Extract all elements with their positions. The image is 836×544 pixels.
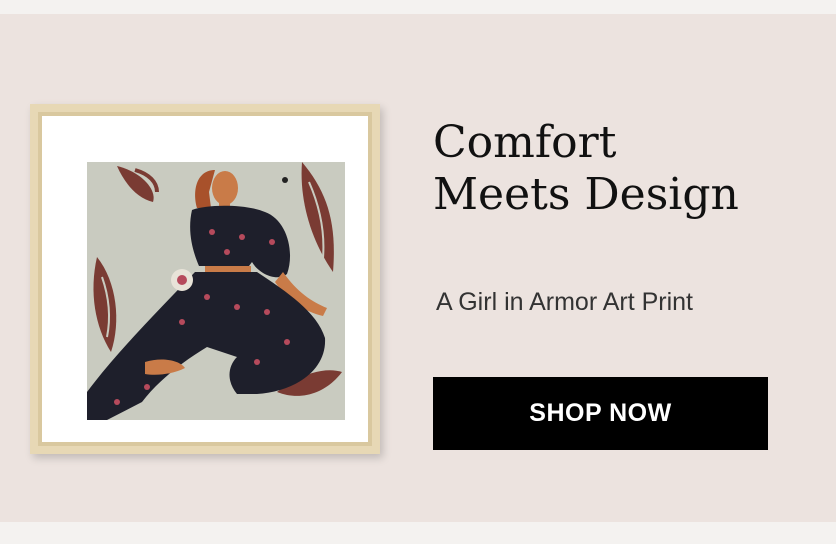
- shop-now-button[interactable]: SHOP NOW: [433, 377, 768, 450]
- girl-in-armor-illustration-icon: [87, 162, 345, 420]
- framed-art-print[interactable]: [30, 104, 380, 454]
- headline: Comfort Meets Design: [433, 117, 739, 221]
- artwork-image: [87, 162, 345, 420]
- print-mat: [42, 116, 368, 442]
- headline-line-2: Meets Design: [433, 169, 739, 220]
- promo-banner: Comfort Meets Design A Girl in Armor Art…: [0, 14, 836, 522]
- product-subtitle: A Girl in Armor Art Print: [436, 288, 694, 316]
- headline-line-1: Comfort: [433, 117, 617, 168]
